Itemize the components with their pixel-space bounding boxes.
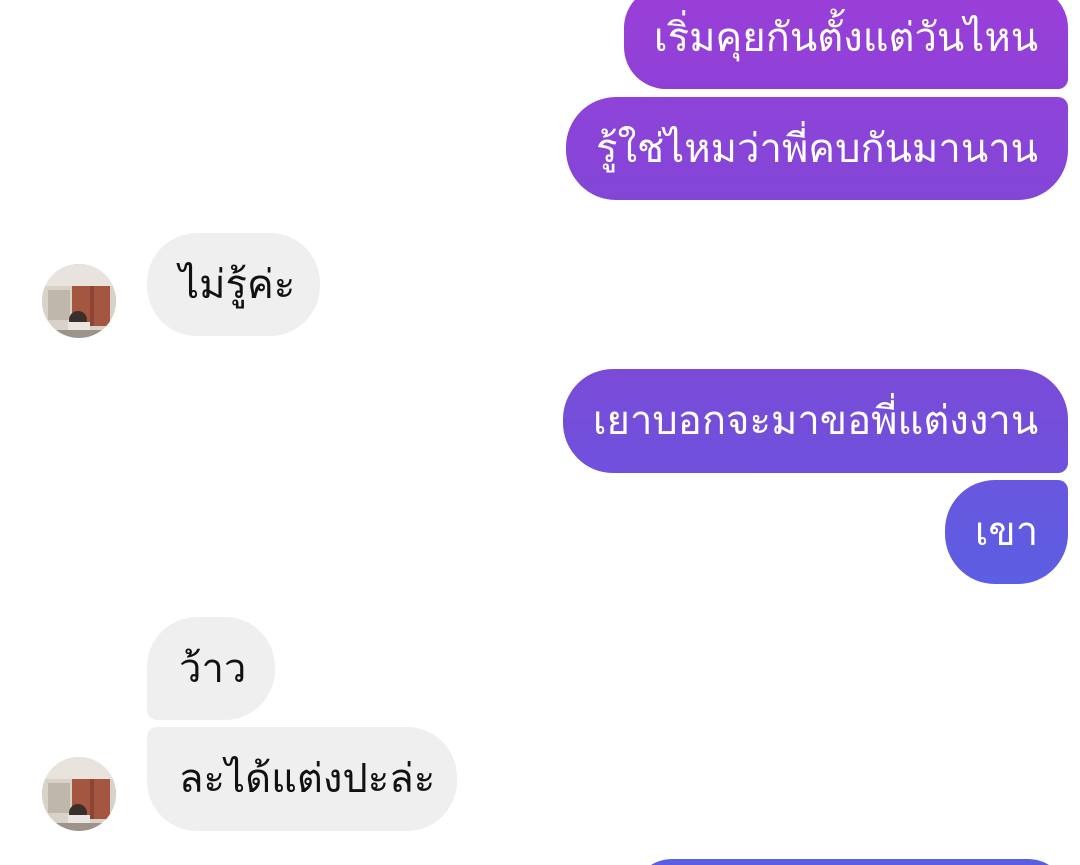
avatar-photo-icon — [42, 264, 116, 338]
sent-message-bubble-partial[interactable] — [632, 859, 1068, 865]
message-text: ไม่รู้ค่ะ — [179, 261, 296, 308]
received-message-bubble[interactable]: ละได้แต่งปะล่ะ — [147, 727, 457, 831]
contact-avatar[interactable] — [42, 757, 116, 831]
message-text: รู้ใช่ไหมว่าพี่คบกันมานาน — [596, 125, 1038, 172]
message-text: เยาบอกจะมาขอพี่แต่งงาน — [592, 398, 1039, 444]
sent-message-bubble[interactable]: เยาบอกจะมาขอพี่แต่งงาน — [563, 369, 1068, 473]
sent-message-bubble[interactable]: เขา — [945, 480, 1068, 584]
message-text: เริ่มคุยกันตั้งแต่วันไหน — [653, 14, 1039, 61]
message-text: เขา — [974, 509, 1039, 555]
sent-message-bubble[interactable]: เริ่มคุยกันตั้งแต่วันไหน — [624, 0, 1068, 89]
message-text: ละได้แต่งปะล่ะ — [179, 756, 436, 802]
sent-message-bubble[interactable]: รู้ใช่ไหมว่าพี่คบกันมานาน — [566, 97, 1068, 200]
received-message-bubble[interactable]: ว้าว — [147, 617, 275, 720]
message-text: ว้าว — [179, 645, 247, 692]
chat-thread: เริ่มคุยกันตั้งแต่วันไหน รู้ใช่ไหมว่าพี่… — [0, 0, 1080, 865]
avatar-photo-icon — [42, 757, 116, 831]
received-message-bubble[interactable]: ไม่รู้ค่ะ — [147, 233, 320, 336]
contact-avatar[interactable] — [42, 264, 116, 338]
